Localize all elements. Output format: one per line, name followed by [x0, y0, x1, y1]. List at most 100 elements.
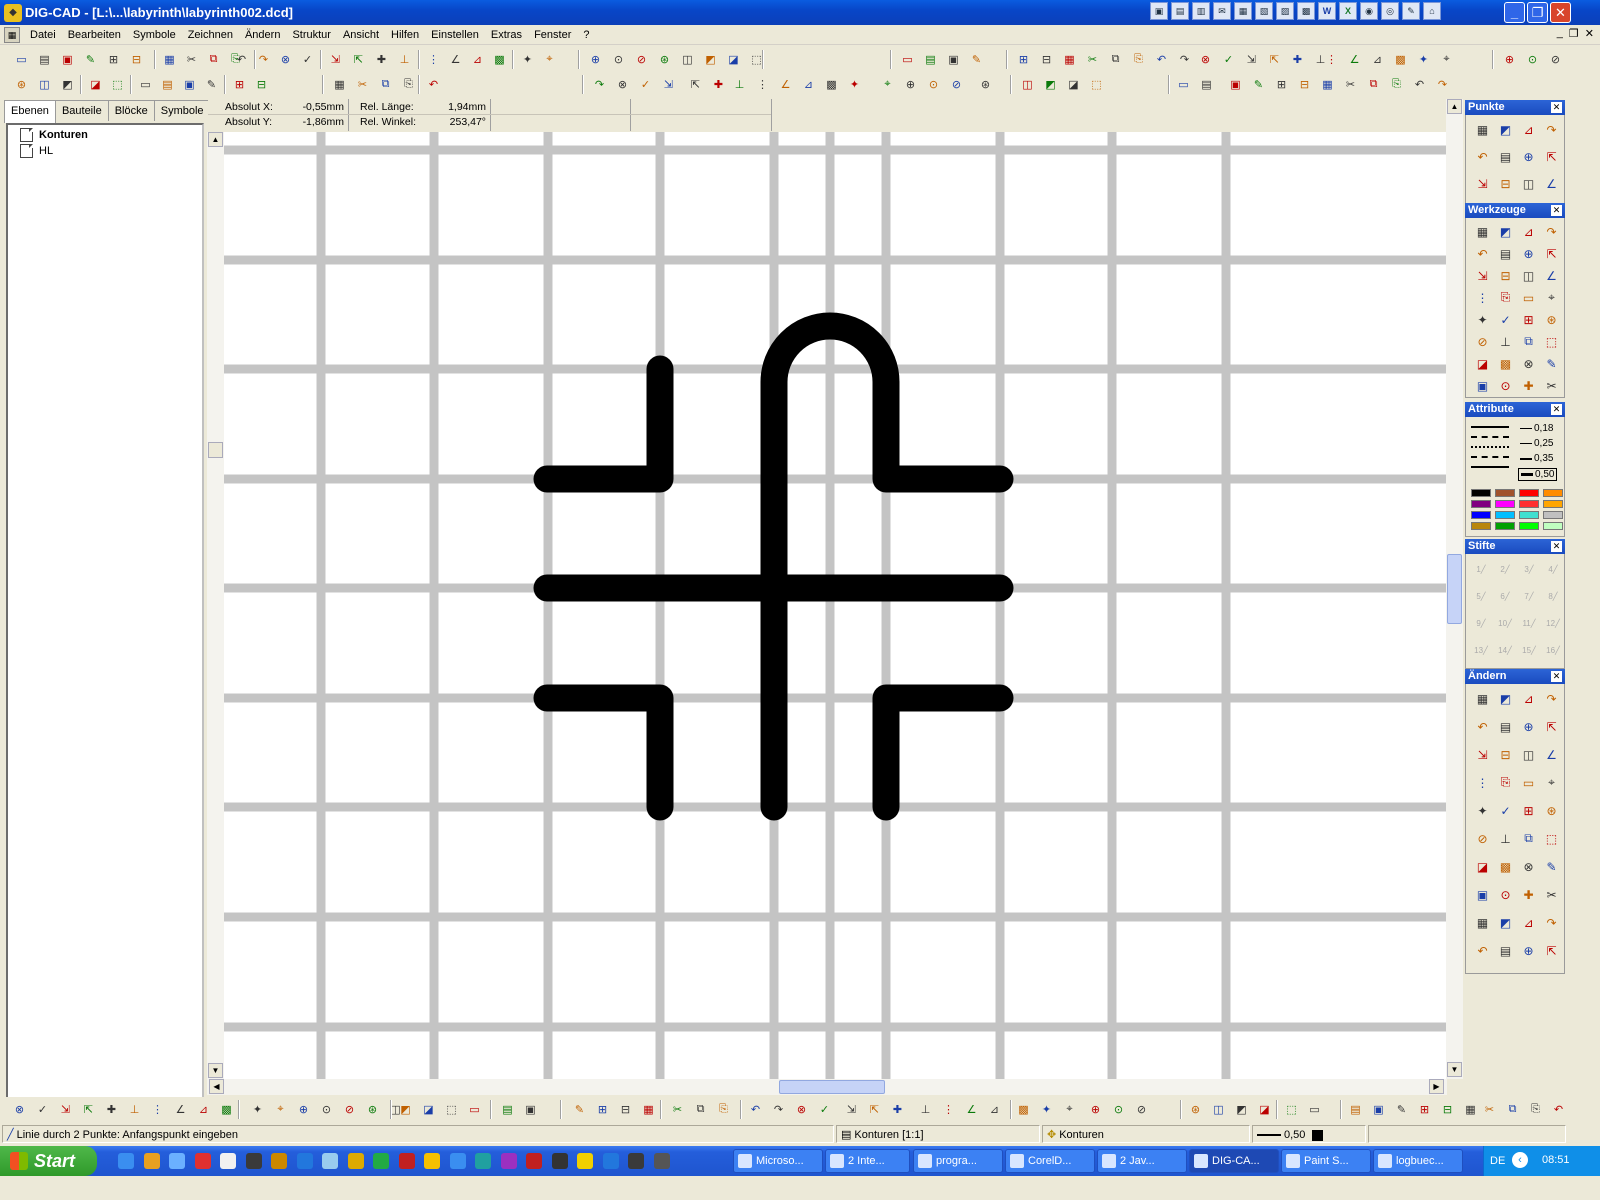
- toolbar-icon[interactable]: ✎: [202, 75, 221, 94]
- tray-expand-icon[interactable]: ‹: [1512, 1152, 1528, 1168]
- toolbar-icon[interactable]: ⇱: [865, 1100, 884, 1119]
- status-line-width[interactable]: 0,50: [1252, 1125, 1366, 1143]
- pen-button[interactable]: 5╱: [1470, 587, 1492, 607]
- toolbar-icon[interactable]: ⊞: [104, 50, 123, 69]
- palette-tool-icon[interactable]: ▦: [1472, 912, 1493, 933]
- palette-tool-icon[interactable]: ⊕: [1518, 940, 1539, 961]
- toolbar-icon[interactable]: ∠: [171, 1100, 190, 1119]
- palette-tool-icon[interactable]: ⊟: [1495, 265, 1516, 286]
- tab-bauteile[interactable]: Bauteile: [54, 100, 109, 121]
- color-swatch[interactable]: [1471, 522, 1491, 530]
- toolbar-icon[interactable]: ✦: [518, 50, 537, 69]
- language-indicator[interactable]: DE: [1490, 1155, 1505, 1167]
- toolbar-icon[interactable]: ∠: [446, 50, 465, 69]
- menu-struktur[interactable]: Struktur: [286, 29, 337, 41]
- pen-button[interactable]: 6╱: [1494, 587, 1516, 607]
- pen-button[interactable]: 11╱: [1518, 614, 1540, 634]
- palette-tool-icon[interactable]: ↷: [1541, 221, 1562, 242]
- toolbar-icon[interactable]: ∠: [776, 75, 795, 94]
- toolbar-icon[interactable]: ▩: [1391, 50, 1410, 69]
- palette-tool-icon[interactable]: ▩: [1495, 353, 1516, 374]
- toolbar-icon[interactable]: ⊟: [616, 1100, 635, 1119]
- palette-tool-icon[interactable]: ⎘: [1495, 287, 1516, 308]
- close-icon[interactable]: ✕: [1551, 541, 1562, 552]
- quick-launch-icon[interactable]: [220, 1153, 236, 1169]
- toolbar-icon[interactable]: ✓: [636, 75, 655, 94]
- toolbar-icon[interactable]: ⊿: [799, 75, 818, 94]
- menu-bearbeiten[interactable]: Bearbeiten: [62, 29, 127, 41]
- close-icon[interactable]: ✕: [1551, 671, 1562, 682]
- toolbar-icon[interactable]: ✦: [845, 75, 864, 94]
- quick-launch-icon[interactable]: [424, 1153, 440, 1169]
- toolbar-icon[interactable]: ⇲: [1242, 50, 1261, 69]
- toolbar-icon[interactable]: ⊞: [1415, 1100, 1434, 1119]
- palette-tool-icon[interactable]: ▤: [1495, 243, 1516, 264]
- toolbar-icon[interactable]: ⊥: [125, 1100, 144, 1119]
- toolbar-icon[interactable]: ⊗: [276, 50, 295, 69]
- toolbar-icon[interactable]: ⊗: [792, 1100, 811, 1119]
- toolbar-icon[interactable]: ⊟: [1037, 50, 1056, 69]
- line-width-050[interactable]: 0,50: [1518, 468, 1558, 481]
- toolbar-icon[interactable]: ▭: [1174, 75, 1193, 94]
- close-button[interactable]: ✕: [1550, 2, 1571, 23]
- toolbar-icon[interactable]: ⇱: [349, 50, 368, 69]
- pen-button[interactable]: 7╱: [1518, 587, 1540, 607]
- toolbar-icon[interactable]: ▦: [160, 50, 179, 69]
- toolbar-icon[interactable]: ⊟: [1438, 1100, 1457, 1119]
- pen-button[interactable]: 3╱: [1518, 560, 1540, 580]
- toolbar-icon[interactable]: ⊙: [317, 1100, 336, 1119]
- palette-tool-icon[interactable]: ⊞: [1518, 800, 1539, 821]
- line-width-025[interactable]: 0,25: [1520, 438, 1553, 449]
- toolbar-icon[interactable]: ✦: [1414, 50, 1433, 69]
- quick-launch-icon[interactable]: [500, 1153, 517, 1169]
- app-shortcut-icon[interactable]: ▨: [1276, 2, 1294, 20]
- toolbar-icon[interactable]: ▣: [944, 50, 963, 69]
- toolbar-icon[interactable]: ↶: [1410, 75, 1429, 94]
- pen-button[interactable]: 10╱: [1494, 614, 1516, 634]
- menu-einstellen[interactable]: Einstellen: [425, 29, 485, 41]
- quick-launch-icon[interactable]: [628, 1153, 644, 1169]
- palette-tool-icon[interactable]: ◫: [1518, 265, 1539, 286]
- toolbar-icon[interactable]: ◪: [1064, 75, 1083, 94]
- pen-button[interactable]: 14╱: [1494, 641, 1516, 661]
- toolbar-icon[interactable]: ⊙: [609, 50, 628, 69]
- palette-tool-icon[interactable]: ⊘: [1472, 828, 1493, 849]
- quick-launch-icon[interactable]: [245, 1153, 262, 1169]
- toolbar-icon[interactable]: ⬚: [108, 75, 127, 94]
- start-button[interactable]: Start: [0, 1146, 97, 1176]
- toolbar-icon[interactable]: ⊞: [230, 75, 249, 94]
- toolbar-icon[interactable]: ↶: [1152, 50, 1171, 69]
- scroll-left-arrow[interactable]: ◀: [209, 1079, 224, 1094]
- palette-tool-icon[interactable]: ⌖: [1541, 287, 1562, 308]
- toolbar-icon[interactable]: ✓: [33, 1100, 52, 1119]
- color-swatch[interactable]: [1519, 500, 1539, 508]
- menu-fenster[interactable]: Fenster: [528, 29, 577, 41]
- toolbar-icon[interactable]: ⋮: [148, 1100, 167, 1119]
- palette-tool-icon[interactable]: ◩: [1495, 119, 1516, 140]
- scroll-thumb[interactable]: [1447, 554, 1462, 624]
- toolbar-icon[interactable]: ✂: [1341, 75, 1360, 94]
- palette-tool-icon[interactable]: ◫: [1518, 173, 1539, 194]
- toolbar-icon[interactable]: ▭: [465, 1100, 484, 1119]
- palette-tool-icon[interactable]: ▦: [1472, 119, 1493, 140]
- toolbar-icon[interactable]: ▦: [1461, 1100, 1480, 1119]
- palette-tool-icon[interactable]: ✓: [1495, 309, 1516, 330]
- palette-tool-icon[interactable]: ↷: [1541, 688, 1562, 709]
- toolbar-icon[interactable]: ⇱: [79, 1100, 98, 1119]
- toolbar-icon[interactable]: ▩: [217, 1100, 236, 1119]
- quick-launch-icon[interactable]: [373, 1153, 389, 1169]
- toolbar-icon[interactable]: ⊕: [901, 75, 920, 94]
- toolbar-icon[interactable]: ▦: [1060, 50, 1079, 69]
- palette-tool-icon[interactable]: ↶: [1472, 243, 1493, 264]
- palette-tool-icon[interactable]: ▦: [1472, 688, 1493, 709]
- palette-tool-icon[interactable]: ⊕: [1518, 716, 1539, 737]
- palette-tool-icon[interactable]: ◪: [1472, 353, 1493, 374]
- toolbar-icon[interactable]: ✎: [81, 50, 100, 69]
- color-swatch[interactable]: [1543, 522, 1563, 530]
- toolbar-icon[interactable]: ∠: [1345, 50, 1364, 69]
- task-button[interactable]: progra...: [913, 1149, 1003, 1173]
- toolbar-icon[interactable]: ✓: [298, 50, 317, 69]
- toolbar-icon[interactable]: ▣: [58, 50, 77, 69]
- minimize-button[interactable]: _: [1504, 2, 1525, 23]
- pen-button[interactable]: 8╱: [1542, 587, 1564, 607]
